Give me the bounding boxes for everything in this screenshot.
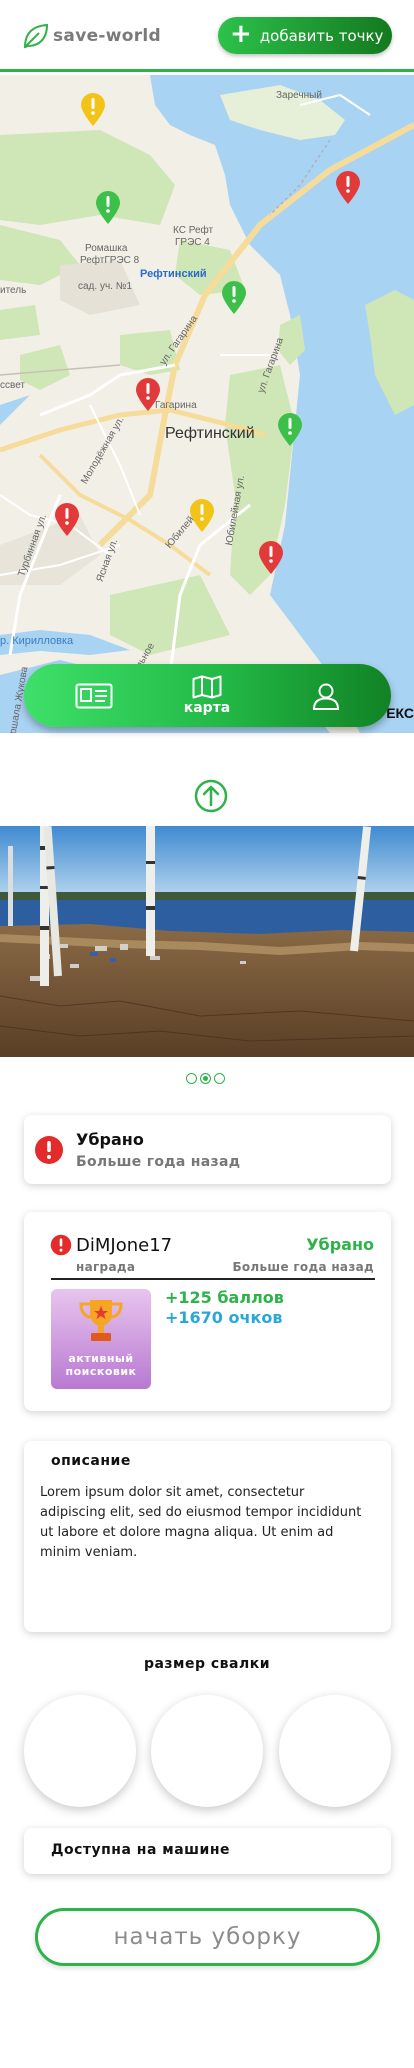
carousel-dot-active[interactable] [200, 1073, 211, 1084]
start-cleanup-label: начать уборку [113, 1924, 302, 1950]
map-label-reftgres: РефтГРЭС 8 [80, 255, 140, 266]
add-point-label: добавить точку [259, 26, 384, 45]
dump-photo-image [0, 826, 414, 1057]
points-ochki: +1670 очков [165, 1308, 283, 1327]
user-icon [312, 683, 340, 710]
cleanup-report-card: DiMJone17 Убрано награда Больше года наз… [24, 1212, 391, 1411]
map-pin[interactable] [54, 503, 80, 537]
size-option-small[interactable] [24, 1695, 136, 1807]
status-subtitle: Больше года назад [76, 1154, 241, 1170]
carousel-dot[interactable] [186, 1073, 197, 1084]
status-title: Убрано [76, 1130, 144, 1149]
start-cleanup-button[interactable]: начать уборку [35, 1908, 380, 1966]
map-pin[interactable] [95, 191, 121, 225]
map-pin[interactable] [135, 378, 161, 412]
bottom-navigation: карта [24, 664, 391, 727]
id-card-icon [75, 683, 113, 708]
award-label: награда [76, 1260, 136, 1274]
badge-text: активный поисковик [65, 1351, 137, 1379]
car-access-label: Доступна на машине [51, 1842, 231, 1858]
plus-icon: + [230, 19, 252, 49]
map-label-reftinsky: Рефтинский [165, 425, 255, 442]
map-pin[interactable] [258, 541, 284, 575]
car-access-card[interactable]: Доступна на машине [24, 1828, 391, 1874]
size-option-medium[interactable] [151, 1695, 263, 1807]
map-icon [192, 675, 222, 699]
size-option-large[interactable] [279, 1695, 391, 1807]
map-label-ks-reft: КС Рефт [173, 225, 214, 236]
cleanup-status: Убрано [306, 1235, 374, 1254]
description-card: описание Lorem ipsum dolor sit amet, con… [24, 1441, 391, 1632]
points-balls: +125 баллов [165, 1288, 284, 1307]
description-text: Lorem ipsum dolor sit amet, consectetur … [40, 1485, 362, 1560]
status-card: Убрано Больше года назад [24, 1115, 391, 1184]
map-pin[interactable] [189, 499, 215, 533]
leaf-icon [23, 23, 49, 49]
award-badge[interactable]: активный поисковик [51, 1289, 151, 1389]
trophy-icon [79, 1300, 123, 1341]
add-point-button[interactable]: + добавить точку [218, 17, 392, 54]
nav-map[interactable]: карта [182, 664, 232, 727]
alert-icon [50, 1234, 72, 1256]
map-label-zarechny: Заречный [276, 90, 322, 101]
map-view[interactable]: Заречный КС Рефт ГРЭС 4 Ромашка РефтГРЭС… [0, 75, 414, 733]
dump-photo[interactable] [0, 826, 414, 1057]
carousel-dot[interactable] [214, 1073, 225, 1084]
app-logo[interactable]: save-world [22, 22, 161, 50]
map-label-gagarina-2: Гагарина [155, 400, 197, 411]
map-pin[interactable] [221, 281, 247, 315]
scroll-up-icon[interactable] [194, 779, 228, 813]
carousel-dots [186, 1073, 225, 1084]
map-label-sad: сад. уч. №1 [78, 281, 133, 292]
divider [51, 1278, 375, 1280]
app-header: save-world + добавить точку [0, 0, 414, 72]
alert-icon [35, 1136, 63, 1164]
map-label-gres4: ГРЭС 4 [175, 237, 210, 248]
map-label-reftinsky-small: Рефтинский [140, 268, 207, 280]
username[interactable]: DiMJone17 [76, 1235, 172, 1256]
map-label-itel: итель [0, 285, 27, 296]
yandex-logo-fragment: ЕКС [386, 705, 414, 721]
logo-text: save-world [53, 26, 162, 46]
nav-id-card[interactable] [72, 664, 116, 727]
map-pin[interactable] [277, 413, 303, 447]
map-label-romashka: Ромашка [85, 243, 128, 254]
nav-map-label: карта [183, 700, 231, 716]
map-label-svet: ссвет [0, 380, 26, 391]
map-pin[interactable] [335, 171, 361, 205]
dump-size-title: размер свалки [143, 1656, 271, 1672]
cleanup-time: Больше года назад [232, 1260, 374, 1274]
map-pin[interactable] [80, 93, 106, 127]
description-title: описание [51, 1453, 131, 1469]
map-label-kirillovka: р. Кирилловка [0, 635, 74, 647]
nav-profile[interactable] [306, 664, 346, 727]
